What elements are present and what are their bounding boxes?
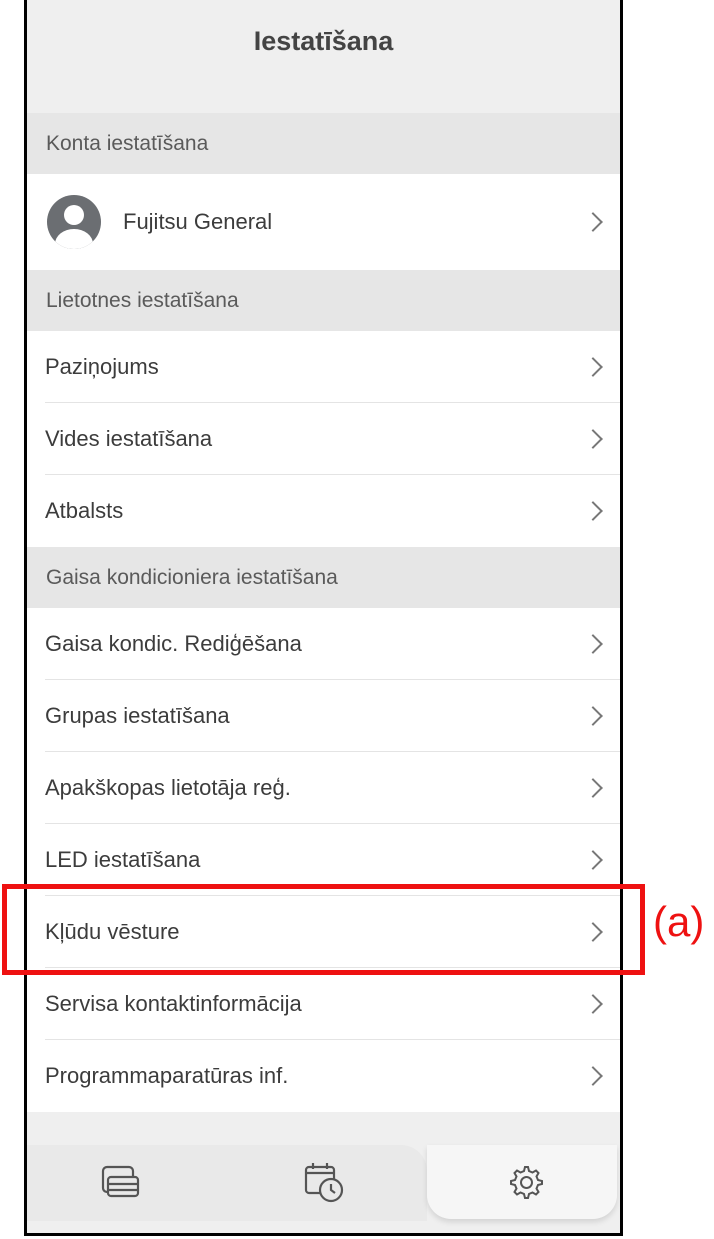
chevron-right-icon <box>583 212 603 232</box>
devices-icon[interactable] <box>97 1164 143 1204</box>
chevron-right-icon <box>583 634 603 654</box>
annotation-label: (a) <box>653 898 705 945</box>
chevron-right-icon <box>583 706 603 726</box>
avatar <box>47 195 101 249</box>
timer-icon[interactable] <box>302 1159 348 1205</box>
menu-item-label: Gaisa kondic. Rediģēšana <box>45 631 302 656</box>
menu-item-label: Programmaparatūras inf. <box>45 1063 289 1088</box>
menu-item-subuser-reg[interactable]: Apakškopas lietotāja reģ. <box>27 752 620 824</box>
settings-screen: Iestatīšana Konta iestatīšana Fujitsu Ge… <box>24 0 623 1236</box>
chevron-right-icon <box>583 778 603 798</box>
chevron-right-icon <box>583 1066 603 1086</box>
header: Iestatīšana <box>27 0 620 113</box>
menu-item-label: Grupas iestatīšana <box>45 703 230 728</box>
chevron-right-icon <box>583 501 603 521</box>
section-app: Lietotnes iestatīšana <box>27 270 620 331</box>
highlight-box <box>2 884 645 975</box>
menu-item-label: Atbalsts <box>45 498 124 523</box>
menu-item-label: Vides iestatīšana <box>45 426 213 451</box>
menu-item-label: Apakškopas lietotāja reģ. <box>45 775 291 800</box>
section-ac: Gaisa kondicioniera iestatīšana <box>27 547 620 608</box>
chevron-right-icon <box>583 994 603 1014</box>
bottom-tab-bar <box>27 1145 620 1221</box>
gear-icon[interactable] <box>506 1163 544 1201</box>
menu-item-firmware-info[interactable]: Programmaparatūras inf. <box>27 1040 620 1112</box>
menu-item-ac-edit[interactable]: Gaisa kondic. Rediģēšana <box>27 608 620 680</box>
section-account: Konta iestatīšana <box>27 113 620 174</box>
chevron-right-icon <box>583 357 603 377</box>
menu-item-service-contact[interactable]: Servisa kontaktinformācija <box>27 968 620 1040</box>
menu-item-environment[interactable]: Vides iestatīšana <box>27 403 620 475</box>
account-row[interactable]: Fujitsu General <box>27 174 620 270</box>
menu-item-label: Paziņojums <box>45 354 159 379</box>
chevron-right-icon <box>583 850 603 870</box>
page-title: Iestatīšana <box>253 26 394 56</box>
menu-item-group-settings[interactable]: Grupas iestatīšana <box>27 680 620 752</box>
menu-item-notifications[interactable]: Paziņojums <box>27 331 620 403</box>
chevron-right-icon <box>583 429 603 449</box>
tab-bar-background <box>27 1145 427 1221</box>
menu-item-support[interactable]: Atbalsts <box>27 475 620 547</box>
account-name: Fujitsu General <box>123 209 273 234</box>
menu-item-label: Servisa kontaktinformācija <box>45 991 302 1016</box>
